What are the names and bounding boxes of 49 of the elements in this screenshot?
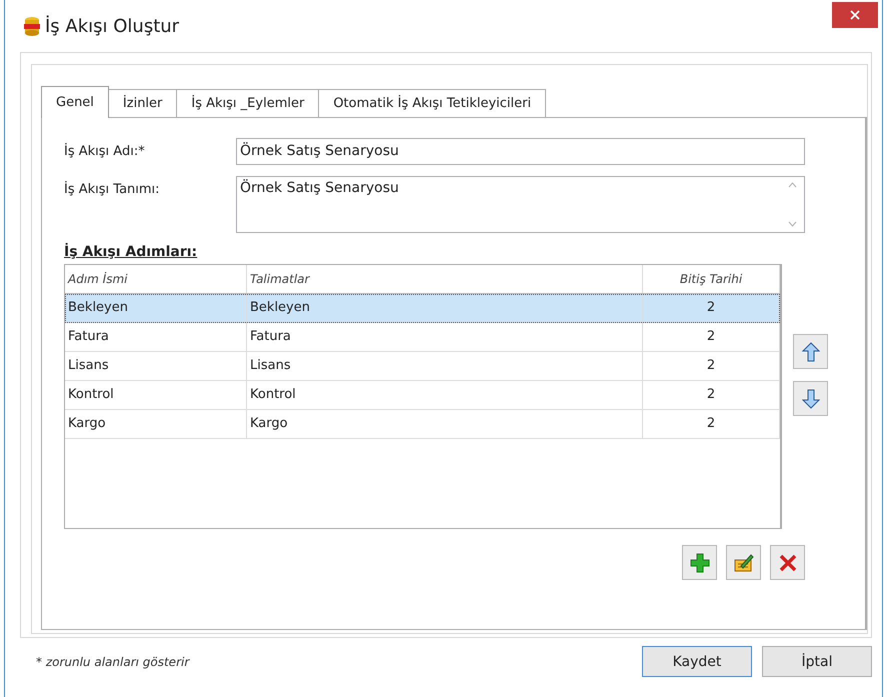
table-cell: Bekleyen: [65, 294, 247, 322]
add-button[interactable]: [682, 545, 717, 580]
table-row[interactable]: Kargo Kargo 2: [65, 410, 780, 439]
table-row[interactable]: Fatura Fatura 2: [65, 323, 780, 352]
delete-button[interactable]: [770, 545, 805, 580]
table-cell: 2: [643, 352, 780, 380]
field-label: İş Akışı Adı:*: [64, 142, 146, 161]
table-cell: 2: [643, 294, 780, 322]
close-button[interactable]: [832, 2, 878, 28]
table-cell: Kontrol: [65, 381, 247, 409]
table-cell: Lisans: [65, 352, 247, 380]
dialog-button[interactable]: Kaydet: [642, 646, 752, 677]
table-cell: Fatura: [247, 323, 643, 351]
arrow-down-icon: [802, 388, 820, 408]
scroll-down-icon: [788, 221, 797, 227]
column-header[interactable]: Bitiş Tarihi: [643, 265, 780, 293]
scroll-up-icon: [788, 182, 797, 188]
table-cell: 2: [643, 381, 780, 409]
notepad-pencil-icon: [734, 552, 754, 572]
table-cell: Kargo: [247, 410, 643, 438]
x-mark-icon: [778, 554, 796, 572]
table-cell: Kargo: [65, 410, 247, 438]
dialog-button[interactable]: İptal: [762, 646, 872, 677]
table-row[interactable]: Kontrol Kontrol 2: [65, 381, 780, 410]
table-row[interactable]: Bekleyen Bekleyen 2: [65, 294, 780, 323]
text-area[interactable]: Örnek Satış Senaryosu: [236, 176, 805, 233]
arrow-up-icon: [802, 342, 820, 362]
table-cell: Kontrol: [247, 381, 643, 409]
table-row[interactable]: Lisans Lisans 2: [65, 352, 780, 381]
tab[interactable]: Otomatik İş Akışı Tetikleyicileri: [318, 89, 546, 117]
table-cell: 2: [643, 410, 780, 438]
input-field[interactable]: Örnek Satış Senaryosu: [236, 138, 805, 165]
column-header[interactable]: Talimatlar: [247, 265, 643, 293]
table-cell: Fatura: [65, 323, 247, 351]
column-header[interactable]: Adım İsmi: [65, 265, 247, 293]
app-logo-icon: [23, 16, 41, 36]
close-icon: [850, 10, 860, 20]
required-note: * zorunlu alanları gösterir: [36, 654, 190, 668]
window-title: İş Akışı Oluştur: [45, 16, 180, 36]
plus-icon: [690, 552, 710, 572]
move-up-button[interactable]: [793, 334, 828, 369]
edit-button[interactable]: [726, 545, 761, 580]
tab[interactable]: Genel: [41, 86, 109, 118]
table-cell: Bekleyen: [247, 294, 643, 322]
move-down-button[interactable]: [793, 381, 828, 416]
field-label: İş Akışı Tanımı:: [64, 180, 161, 199]
table-cell: Lisans: [247, 352, 643, 380]
table-cell: 2: [643, 323, 780, 351]
section-heading: İş Akışı Adımları:: [64, 244, 198, 260]
